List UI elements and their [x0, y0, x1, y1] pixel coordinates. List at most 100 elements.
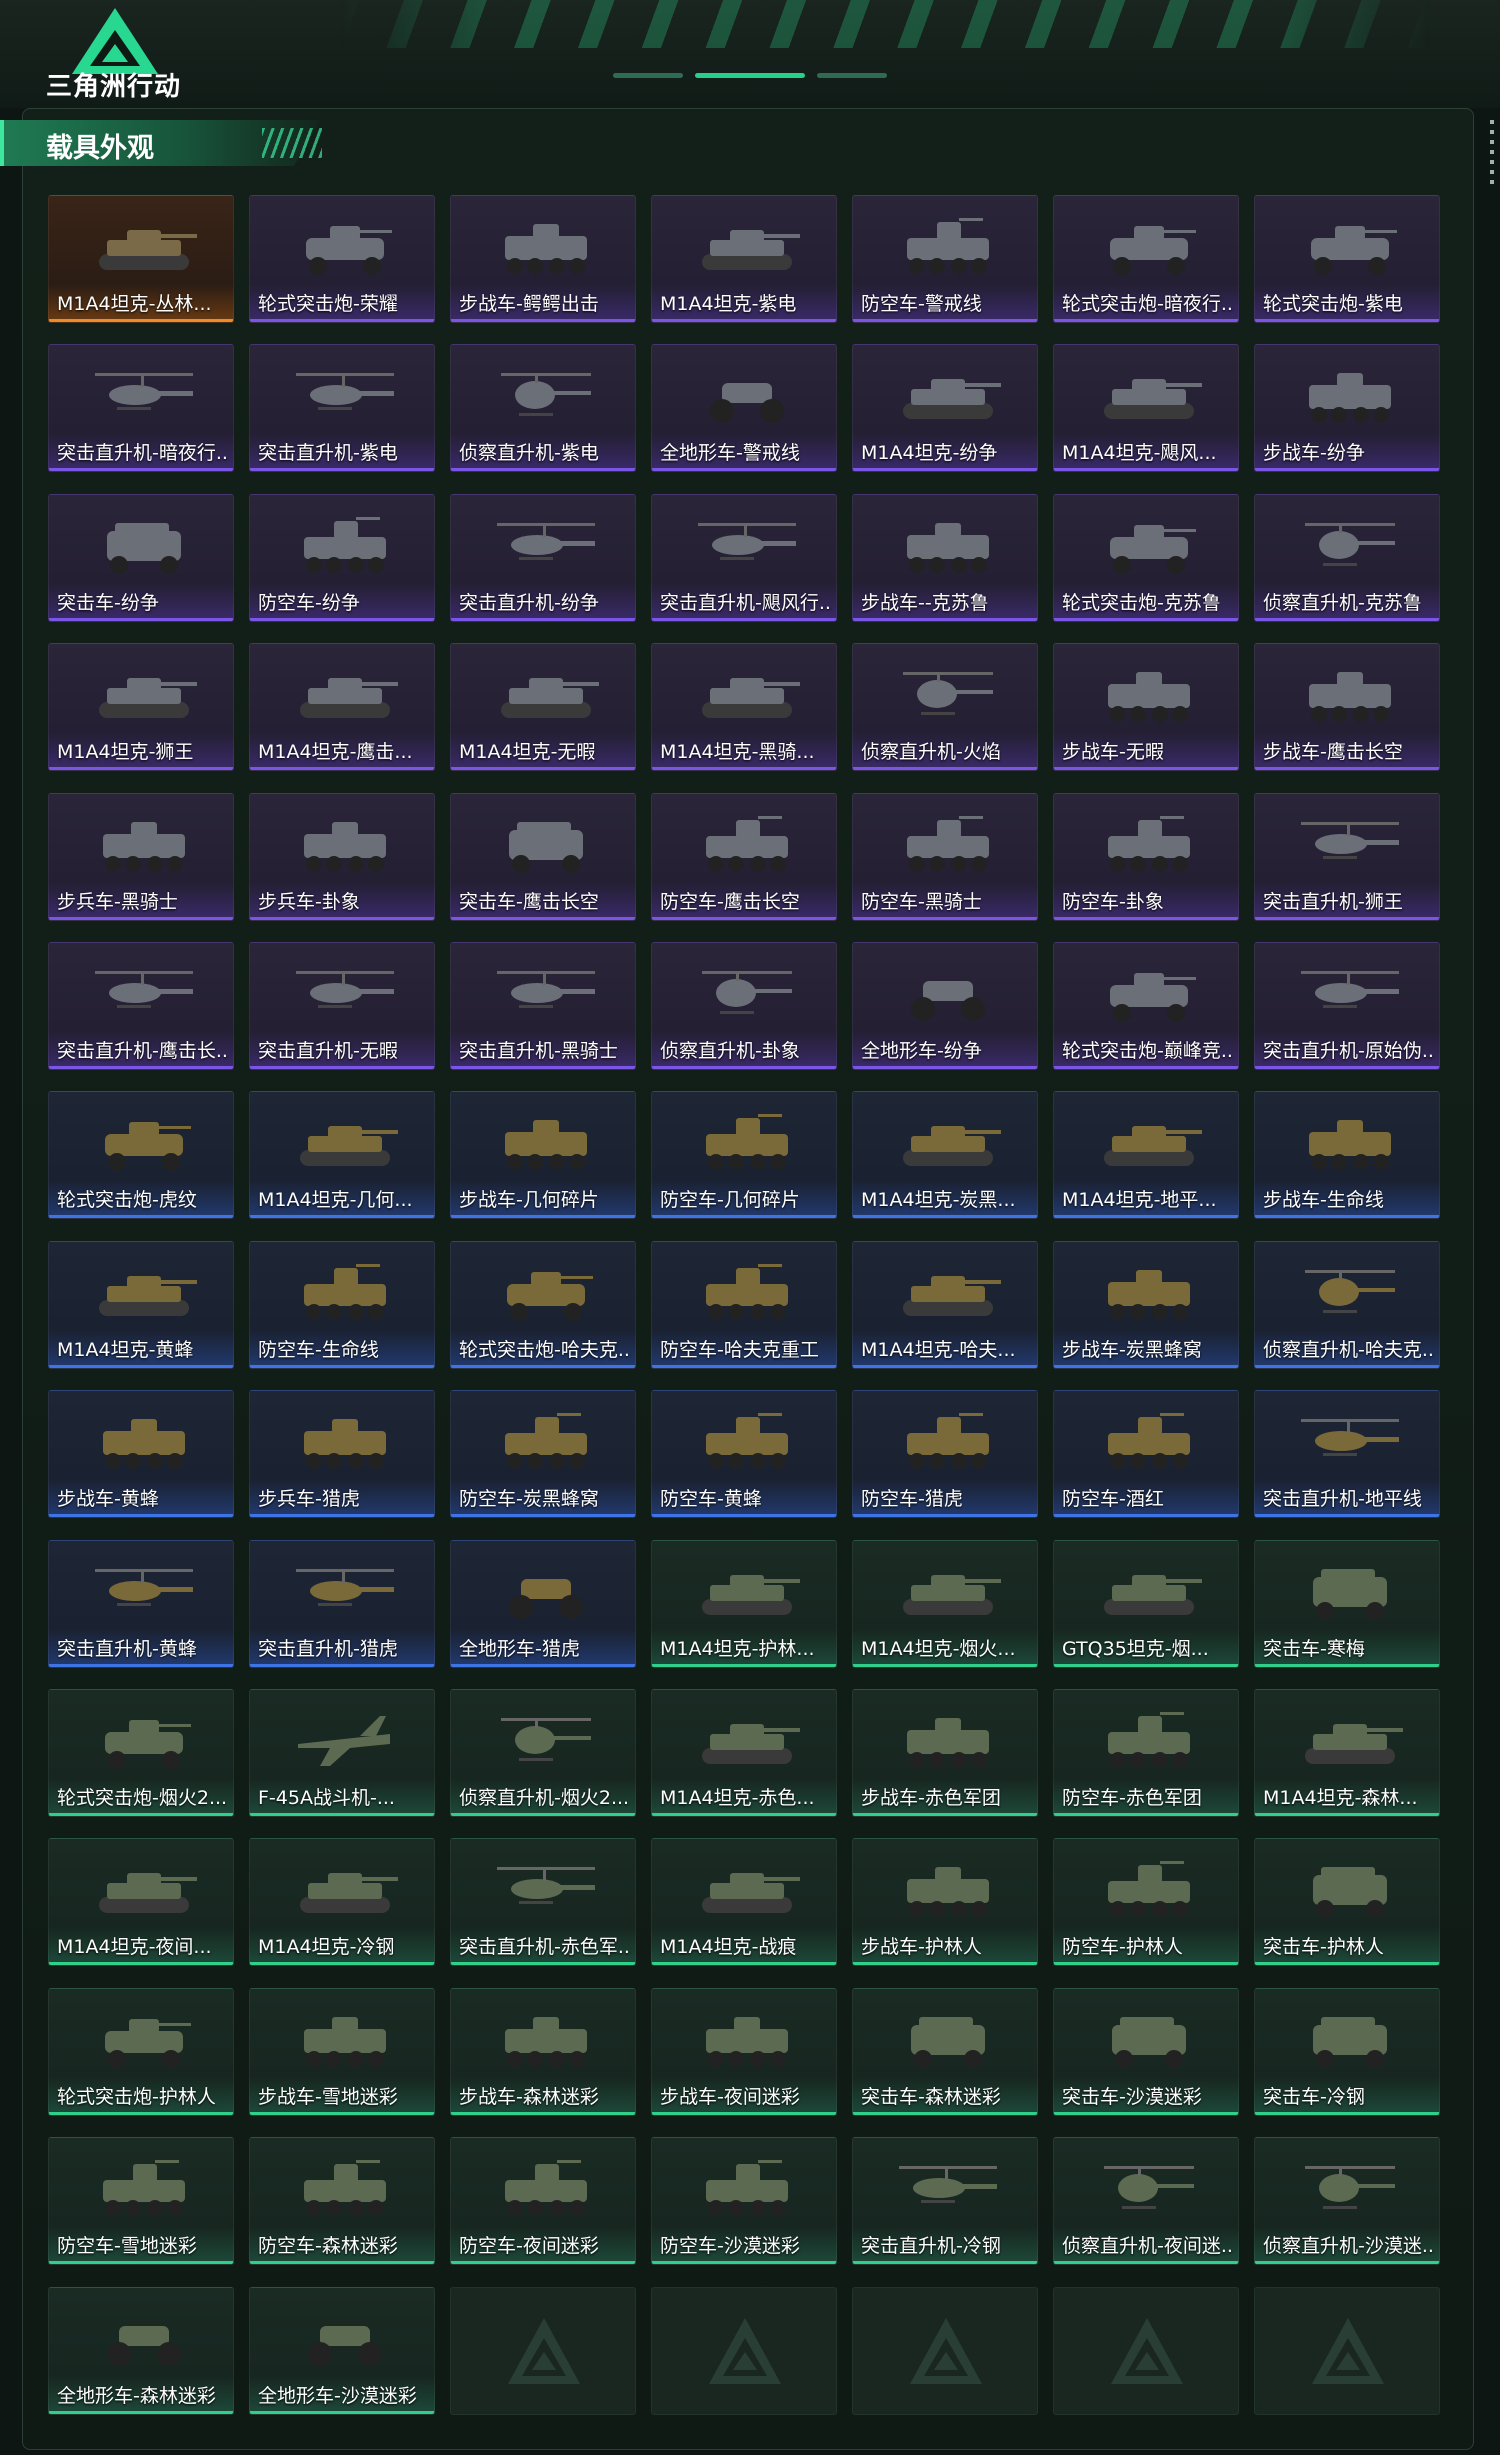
skin-card[interactable]: M1A4坦克-几何...: [249, 1091, 435, 1220]
skin-card[interactable]: 轮式突击炮-护林人: [48, 1987, 234, 2116]
skin-card[interactable]: 突击直升机-冷钢: [852, 2137, 1038, 2266]
skin-card[interactable]: 防空车-酒红: [1053, 1390, 1239, 1519]
skin-card[interactable]: 突击直升机-鹰击长...: [48, 942, 234, 1070]
skin-card[interactable]: M1A4坦克-纷争: [852, 344, 1038, 473]
skin-card[interactable]: 防空车-沙漠迷彩: [651, 2137, 837, 2266]
skin-card[interactable]: 防空车-猎虎: [852, 1390, 1038, 1519]
skin-card[interactable]: 突击车-森林迷彩: [852, 1987, 1038, 2116]
skin-card[interactable]: M1A4坦克-森林...: [1254, 1689, 1440, 1817]
skin-card[interactable]: M1A4坦克-烟火...: [852, 1539, 1038, 1668]
skin-card[interactable]: 步战车-森林迷彩: [450, 1987, 636, 2116]
skin-card[interactable]: 防空车-鹰击长空: [651, 792, 837, 921]
skin-card[interactable]: 全地形车-森林迷彩: [48, 2286, 234, 2415]
skin-card[interactable]: 突击直升机-纷争: [450, 493, 636, 622]
skin-card[interactable]: 侦察直升机-紫电: [450, 344, 636, 473]
skin-card[interactable]: 防空车-生命线: [249, 1240, 435, 1369]
skin-card[interactable]: 侦察直升机-沙漠迷...: [1254, 2137, 1440, 2266]
skin-card[interactable]: 防空车-几何碎片: [651, 1091, 837, 1220]
skin-card[interactable]: M1A4坦克-狮王: [48, 643, 234, 772]
skin-card[interactable]: 防空车-护林人: [1053, 1838, 1239, 1967]
skin-card[interactable]: M1A4坦克-丛林...: [48, 195, 234, 323]
skin-card[interactable]: 突击车-鹰击长空: [450, 792, 636, 921]
skin-card[interactable]: M1A4坦克-黑骑...: [651, 643, 837, 772]
skin-card[interactable]: 突击直升机-黑骑士: [450, 942, 636, 1070]
skin-card[interactable]: 防空车-纷争: [249, 493, 435, 622]
skin-card[interactable]: 突击直升机-猎虎: [249, 1539, 435, 1668]
skin-card[interactable]: M1A4坦克-紫电: [651, 195, 837, 323]
skin-card[interactable]: M1A4坦克-夜间...: [48, 1838, 234, 1967]
skin-card[interactable]: 防空车-赤色军团: [1053, 1689, 1239, 1817]
skin-card[interactable]: 突击直升机-飓风行...: [651, 493, 837, 622]
skin-card[interactable]: 步战车-护林人: [852, 1838, 1038, 1967]
skin-card[interactable]: 步兵车-猎虎: [249, 1390, 435, 1519]
skin-card[interactable]: M1A4坦克-鹰击...: [249, 643, 435, 772]
skin-card[interactable]: M1A4坦克-无暇: [450, 643, 636, 772]
skin-card[interactable]: 防空车-卦象: [1053, 792, 1239, 921]
skin-card[interactable]: 防空车-夜间迷彩: [450, 2137, 636, 2266]
skin-card[interactable]: 步兵车-卦象: [249, 792, 435, 921]
skin-card[interactable]: 步战车-雪地迷彩: [249, 1987, 435, 2116]
skin-card[interactable]: 步战车--克苏鲁: [852, 493, 1038, 622]
skin-card[interactable]: 步战车-赤色军团: [852, 1689, 1038, 1817]
skin-card[interactable]: M1A4坦克-飓风...: [1053, 344, 1239, 473]
skin-card[interactable]: 侦察直升机-烟火2...: [450, 1689, 636, 1817]
skin-card[interactable]: 突击直升机-赤色军...: [450, 1838, 636, 1967]
skin-card[interactable]: 步战车-几何碎片: [450, 1091, 636, 1220]
skin-card[interactable]: M1A4坦克-炭黑...: [852, 1091, 1038, 1220]
skin-card[interactable]: 突击车-护林人: [1254, 1838, 1440, 1967]
skin-card[interactable]: 轮式突击炮-巅峰竞...: [1053, 942, 1239, 1070]
skin-card[interactable]: 防空车-黑骑士: [852, 792, 1038, 921]
skin-card[interactable]: 步战车-炭黑蜂窝: [1053, 1240, 1239, 1369]
skin-card[interactable]: 突击直升机-黄蜂: [48, 1539, 234, 1668]
skin-card[interactable]: 侦察直升机-哈夫克...: [1254, 1240, 1440, 1369]
skin-card[interactable]: M1A4坦克-黄蜂: [48, 1240, 234, 1369]
skin-card[interactable]: 全地形车-猎虎: [450, 1539, 636, 1668]
skin-card[interactable]: 全地形车-警戒线: [651, 344, 837, 473]
skin-card[interactable]: 防空车-警戒线: [852, 195, 1038, 323]
skin-card[interactable]: 步兵车-黑骑士: [48, 792, 234, 921]
skin-card[interactable]: 轮式突击炮-暗夜行...: [1053, 195, 1239, 323]
skin-card[interactable]: 步战车-鹰击长空: [1254, 643, 1440, 772]
skin-card[interactable]: 侦察直升机-夜间迷...: [1053, 2137, 1239, 2266]
skin-card[interactable]: M1A4坦克-赤色...: [651, 1689, 837, 1817]
skin-card[interactable]: 步战车-生命线: [1254, 1091, 1440, 1220]
skin-card[interactable]: 轮式突击炮-荣耀: [249, 195, 435, 323]
skin-card[interactable]: 突击直升机-紫电: [249, 344, 435, 473]
skin-card[interactable]: 突击直升机-无暇: [249, 942, 435, 1070]
skin-card[interactable]: 突击车-沙漠迷彩: [1053, 1987, 1239, 2116]
skin-card[interactable]: 轮式突击炮-虎纹: [48, 1091, 234, 1220]
skin-card[interactable]: 侦察直升机-火焰: [852, 643, 1038, 772]
skin-card[interactable]: 突击车-纷争: [48, 493, 234, 622]
skin-card[interactable]: 防空车-哈夫克重工: [651, 1240, 837, 1369]
skin-card[interactable]: 突击车-寒梅: [1254, 1539, 1440, 1668]
skin-card[interactable]: 步战车-纷争: [1254, 344, 1440, 473]
skin-card[interactable]: M1A4坦克-护林...: [651, 1539, 837, 1668]
skin-card[interactable]: M1A4坦克-冷钢: [249, 1838, 435, 1967]
skin-card[interactable]: 步战车-夜间迷彩: [651, 1987, 837, 2116]
skin-card[interactable]: 防空车-雪地迷彩: [48, 2137, 234, 2266]
skin-card[interactable]: 全地形车-沙漠迷彩: [249, 2286, 435, 2415]
skin-card[interactable]: M1A4坦克-哈夫...: [852, 1240, 1038, 1369]
skin-card[interactable]: 突击车-冷钢: [1254, 1987, 1440, 2116]
skin-card[interactable]: 轮式突击炮-克苏鲁: [1053, 493, 1239, 622]
skin-card[interactable]: 全地形车-纷争: [852, 942, 1038, 1070]
skin-card[interactable]: 防空车-森林迷彩: [249, 2137, 435, 2266]
skin-card[interactable]: 防空车-炭黑蜂窝: [450, 1390, 636, 1519]
skin-card[interactable]: 步战车-鳄鳄出击: [450, 195, 636, 323]
skin-card[interactable]: 突击直升机-地平线: [1254, 1390, 1440, 1519]
skin-card[interactable]: 防空车-黄蜂: [651, 1390, 837, 1519]
skin-card[interactable]: 突击直升机-狮王: [1254, 792, 1440, 921]
skin-card[interactable]: 侦察直升机-克苏鲁: [1254, 493, 1440, 622]
skin-card[interactable]: F-45A战斗机-...: [249, 1689, 435, 1817]
skin-card[interactable]: 侦察直升机-卦象: [651, 942, 837, 1070]
skin-card[interactable]: 突击直升机-暗夜行...: [48, 344, 234, 473]
skin-card[interactable]: 轮式突击炮-哈夫克...: [450, 1240, 636, 1369]
skin-card[interactable]: 轮式突击炮-烟火2...: [48, 1689, 234, 1817]
skin-card[interactable]: 步战车-无暇: [1053, 643, 1239, 772]
skin-card[interactable]: M1A4坦克-地平...: [1053, 1091, 1239, 1220]
skin-card[interactable]: M1A4坦克-战痕: [651, 1838, 837, 1967]
skin-card[interactable]: 突击直升机-原始伪...: [1254, 942, 1440, 1070]
skin-card[interactable]: 轮式突击炮-紫电: [1254, 195, 1440, 323]
skin-card[interactable]: 步战车-黄蜂: [48, 1390, 234, 1519]
skin-card[interactable]: GTQ35坦克-烟...: [1053, 1539, 1239, 1668]
